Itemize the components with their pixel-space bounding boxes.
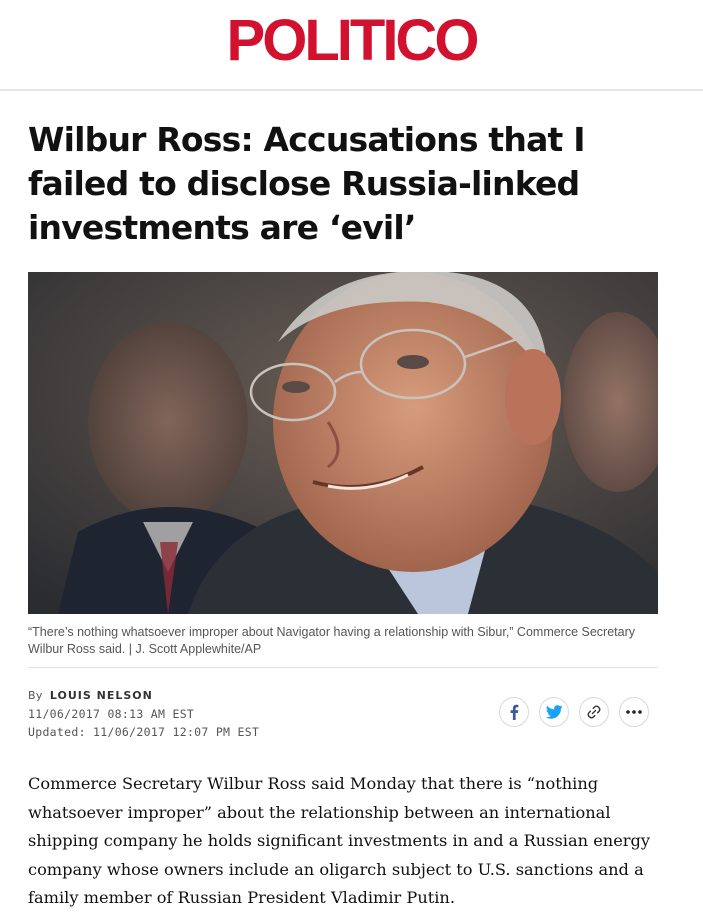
twitter-icon bbox=[545, 705, 563, 719]
share-facebook-button[interactable] bbox=[499, 697, 529, 727]
photo-caption: “There’s nothing whatsoever improper abo… bbox=[28, 625, 636, 656]
updated-label: Updated: bbox=[28, 725, 86, 739]
link-icon bbox=[587, 705, 601, 719]
byline-prefix: By bbox=[28, 689, 43, 702]
share-bar bbox=[499, 697, 649, 727]
more-icon bbox=[626, 710, 642, 714]
caption-divider bbox=[28, 667, 658, 668]
politico-logo[interactable]: POLITICO bbox=[0, 6, 703, 76]
share-twitter-button[interactable] bbox=[539, 697, 569, 727]
updated-timestamp: 11/06/2017 12:07 PM EST bbox=[93, 725, 260, 739]
published-timestamp: 11/06/2017 08:13 AM EST bbox=[28, 707, 195, 721]
byline-author-line: By LOUIS NELSON bbox=[28, 686, 259, 705]
more-options-button[interactable] bbox=[619, 697, 649, 727]
article-body-paragraph: Commerce Secretary Wilbur Ross said Mond… bbox=[28, 774, 651, 907]
byline: By LOUIS NELSON 11/06/2017 08:13 AM EST … bbox=[28, 686, 259, 741]
facebook-icon bbox=[510, 704, 519, 720]
updated-line: Updated: 11/06/2017 12:07 PM EST bbox=[28, 723, 259, 741]
masthead: POLITICO bbox=[0, 0, 703, 91]
author-link[interactable]: LOUIS NELSON bbox=[50, 689, 153, 702]
lead-photo bbox=[28, 272, 658, 614]
copy-link-button[interactable] bbox=[579, 697, 609, 727]
article-headline: Wilbur Ross: Accusations that I failed t… bbox=[28, 120, 585, 247]
